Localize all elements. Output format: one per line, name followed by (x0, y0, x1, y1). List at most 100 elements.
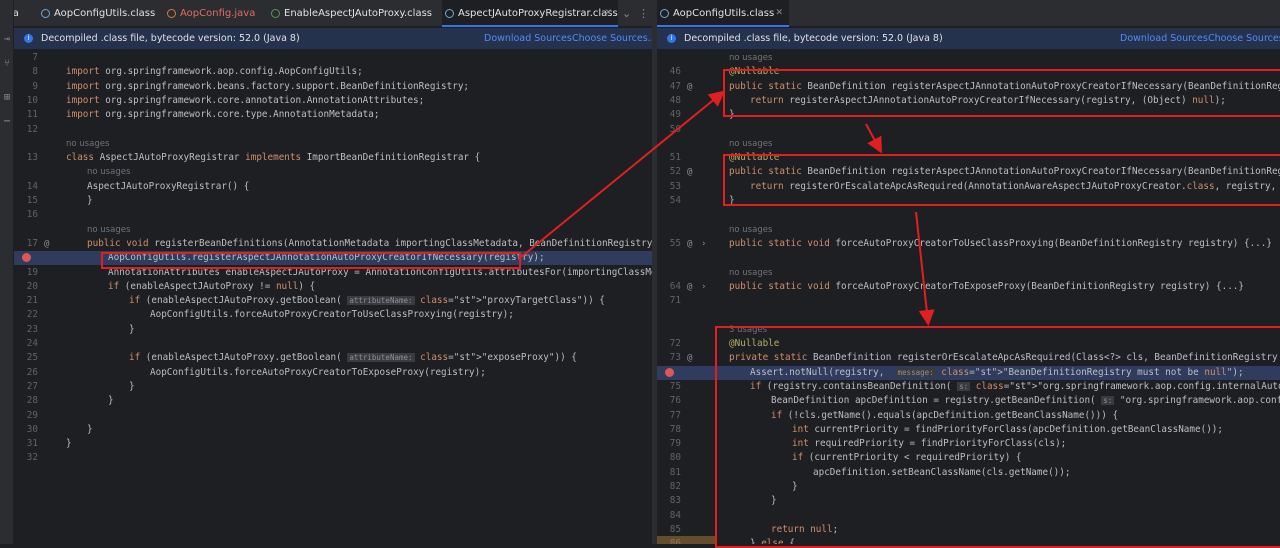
commit-icon[interactable]: ⊸ (1, 34, 13, 46)
annotation-gutter-icon[interactable]: @ (44, 237, 49, 251)
annotation-file-icon (271, 9, 280, 18)
line-number: 49 (669, 109, 681, 121)
code-line[interactable]: 23} (14, 323, 652, 337)
chevron-down-icon[interactable]: ⌄ (622, 0, 631, 27)
usages-hint[interactable]: no usages (14, 223, 652, 237)
usages-hint[interactable]: no usages (657, 51, 1280, 65)
code-line[interactable]: 7 (14, 51, 652, 65)
plugins-icon[interactable]: ⊞ (1, 92, 13, 104)
pull-requests-icon[interactable]: ⑂ (1, 58, 13, 70)
code-line[interactable]: 71 (657, 294, 1280, 308)
code-line[interactable]: 29 (14, 409, 652, 423)
code-line[interactable]: 22 AopConfigUtils.forceAutoProxyCreatorTo… (14, 308, 652, 322)
code-line[interactable]: 8 import org.springframework.aop.config.A… (14, 65, 652, 79)
tab-aopconfigutils[interactable]: AopConfigUtils.class (38, 0, 158, 27)
line-number: 32 (26, 452, 38, 464)
code-line[interactable]: 9 import org.springframework.beans.factor… (14, 80, 652, 94)
code-line[interactable]: 10 import org.springframework.core.annota… (14, 94, 652, 108)
code-line[interactable]: 27} (14, 380, 652, 394)
annotation-gutter-icon[interactable]: @ (687, 237, 692, 251)
left-tab-bar: ja AopConfigUtils.class AopConfig.java E… (14, 0, 652, 27)
code-line[interactable]: 20 if (enableAspectJAutoProxy != null) { (14, 280, 652, 294)
code-line[interactable]: 25 if (enableAspectJAutoProxy.getBoolean(… (14, 351, 652, 365)
line-number: 46 (669, 66, 681, 78)
line-number: 80 (669, 452, 681, 464)
horizontal-scrollbar[interactable] (657, 536, 717, 544)
annotation-gutter-icon[interactable]: @ (687, 165, 692, 179)
banner-text: Decompiled .class file, bytecode version… (684, 33, 943, 44)
download-sources-link[interactable]: Download Sources (1120, 28, 1208, 49)
tab-label: AopConfigUtils.class (54, 8, 156, 19)
code-text: AopConfigUtils.forceAutoProxyCreatorToUs… (150, 309, 514, 321)
code-line[interactable] (657, 251, 1280, 265)
tab-enableaspectjautoproxy[interactable]: EnableAspectJAutoProxy.class (268, 0, 444, 27)
code-text: public static void forceAutoProxyCreator… (729, 280, 1244, 292)
choose-sources-link[interactable]: Choose Sources... (1208, 28, 1280, 49)
code-line[interactable]: 55 public static void forceAutoProxyCreat… (657, 237, 1280, 251)
breakpoint-icon[interactable] (22, 253, 31, 263)
close-icon[interactable]: ✕ (775, 0, 783, 27)
code-line[interactable]: 13 class AspectJAutoProxyRegistrar implem… (14, 151, 652, 165)
usages-hint[interactable]: no usages (657, 137, 1280, 151)
code-line[interactable]: 11 import org.springframework.core.type.A… (14, 108, 652, 122)
code-text: if (enableAspectJAutoProxy.getBoolean( a… (129, 352, 577, 364)
close-icon[interactable]: ✕ (604, 0, 612, 27)
more-icon[interactable]: ⋮ (638, 0, 649, 27)
tab-label: AspectJAutoProxyRegistrar.class (458, 8, 618, 19)
line-number: 10 (26, 94, 38, 106)
more-icon[interactable]: ⋯ (1, 116, 13, 128)
usages-hint[interactable]: no usages (657, 266, 1280, 280)
usages-hint[interactable]: no usages (657, 223, 1280, 237)
tab-label: ja (14, 8, 19, 19)
code-line[interactable]: 30} (14, 423, 652, 437)
download-sources-link[interactable]: Download Sources (484, 28, 572, 49)
left-code-editor[interactable]: 7 8 import org.springframework.aop.config.… (14, 49, 652, 544)
code-line[interactable]: 14 AspectJAutoProxyRegistrar() { (14, 180, 652, 194)
code-line[interactable]: 31} (14, 437, 652, 451)
code-line[interactable]: 64 public static void forceAutoProxyCreat… (657, 280, 1280, 294)
line-number: 24 (26, 338, 38, 349)
code-line[interactable]: 24 (14, 337, 652, 351)
line-number: 27 (26, 380, 38, 392)
code-line[interactable]: 21 if (enableAspectJAutoProxy.getBoolean(… (14, 294, 652, 308)
line-number: 22 (26, 309, 38, 321)
code-line[interactable]: 15} (14, 194, 652, 208)
code-line[interactable] (657, 208, 1280, 222)
code-line[interactable]: 50 (657, 123, 1280, 137)
annotation-gutter-icon[interactable]: @ (687, 80, 692, 94)
class-file-icon (41, 9, 50, 18)
code-line[interactable] (657, 308, 1280, 322)
line-number: 83 (669, 495, 681, 507)
line-number: 31 (26, 438, 38, 450)
usages-hint[interactable]: no usages (14, 137, 652, 151)
line-number: 12 (26, 123, 38, 135)
line-number: 30 (26, 423, 38, 435)
tab-ja[interactable]: ja (14, 0, 36, 27)
fold-chevron-icon[interactable]: › (701, 280, 706, 294)
choose-sources-link[interactable]: Choose Sources... (572, 28, 652, 49)
line-number: 51 (669, 152, 681, 164)
line-number: 8 (32, 66, 38, 78)
code-line[interactable]: 12 (14, 123, 652, 137)
tab-label: AopConfigUtils.class (673, 8, 775, 19)
code-line[interactable]: 16 (14, 208, 652, 222)
code-line[interactable]: 28} (14, 394, 652, 408)
code-text: if (enableAspectJAutoProxy != null) { (108, 280, 316, 292)
tab-aspectjautoproxyregistrar[interactable]: AspectJAutoProxyRegistrar.class ✕ (442, 0, 618, 27)
code-text: } (108, 395, 114, 407)
code-text: if (enableAspectJAutoProxy.getBoolean( a… (129, 295, 605, 307)
fold-chevron-icon[interactable]: › (701, 237, 706, 251)
code-line[interactable]: 32 (14, 451, 652, 465)
line-number: 53 (669, 180, 681, 192)
highlight-box-method-52 (723, 154, 1280, 206)
breakpoint-icon[interactable] (665, 367, 674, 377)
line-number: 78 (669, 423, 681, 435)
code-line[interactable]: 26 AopConfigUtils.forceAutoProxyCreatorTo… (14, 366, 652, 380)
annotation-gutter-icon[interactable]: @ (687, 280, 692, 294)
annotation-gutter-icon[interactable]: @ (687, 351, 692, 365)
code-line[interactable]: 17 public void registerBeanDefinitions(An… (14, 237, 652, 251)
tab-aopconfigutils-right[interactable]: AopConfigUtils.class ✕ (657, 0, 789, 27)
tab-aopconfig-java[interactable]: AopConfig.java (164, 0, 266, 27)
usages-hint[interactable]: no usages (14, 165, 652, 179)
left-editor-pane: ja AopConfigUtils.class AopConfig.java E… (14, 0, 652, 544)
